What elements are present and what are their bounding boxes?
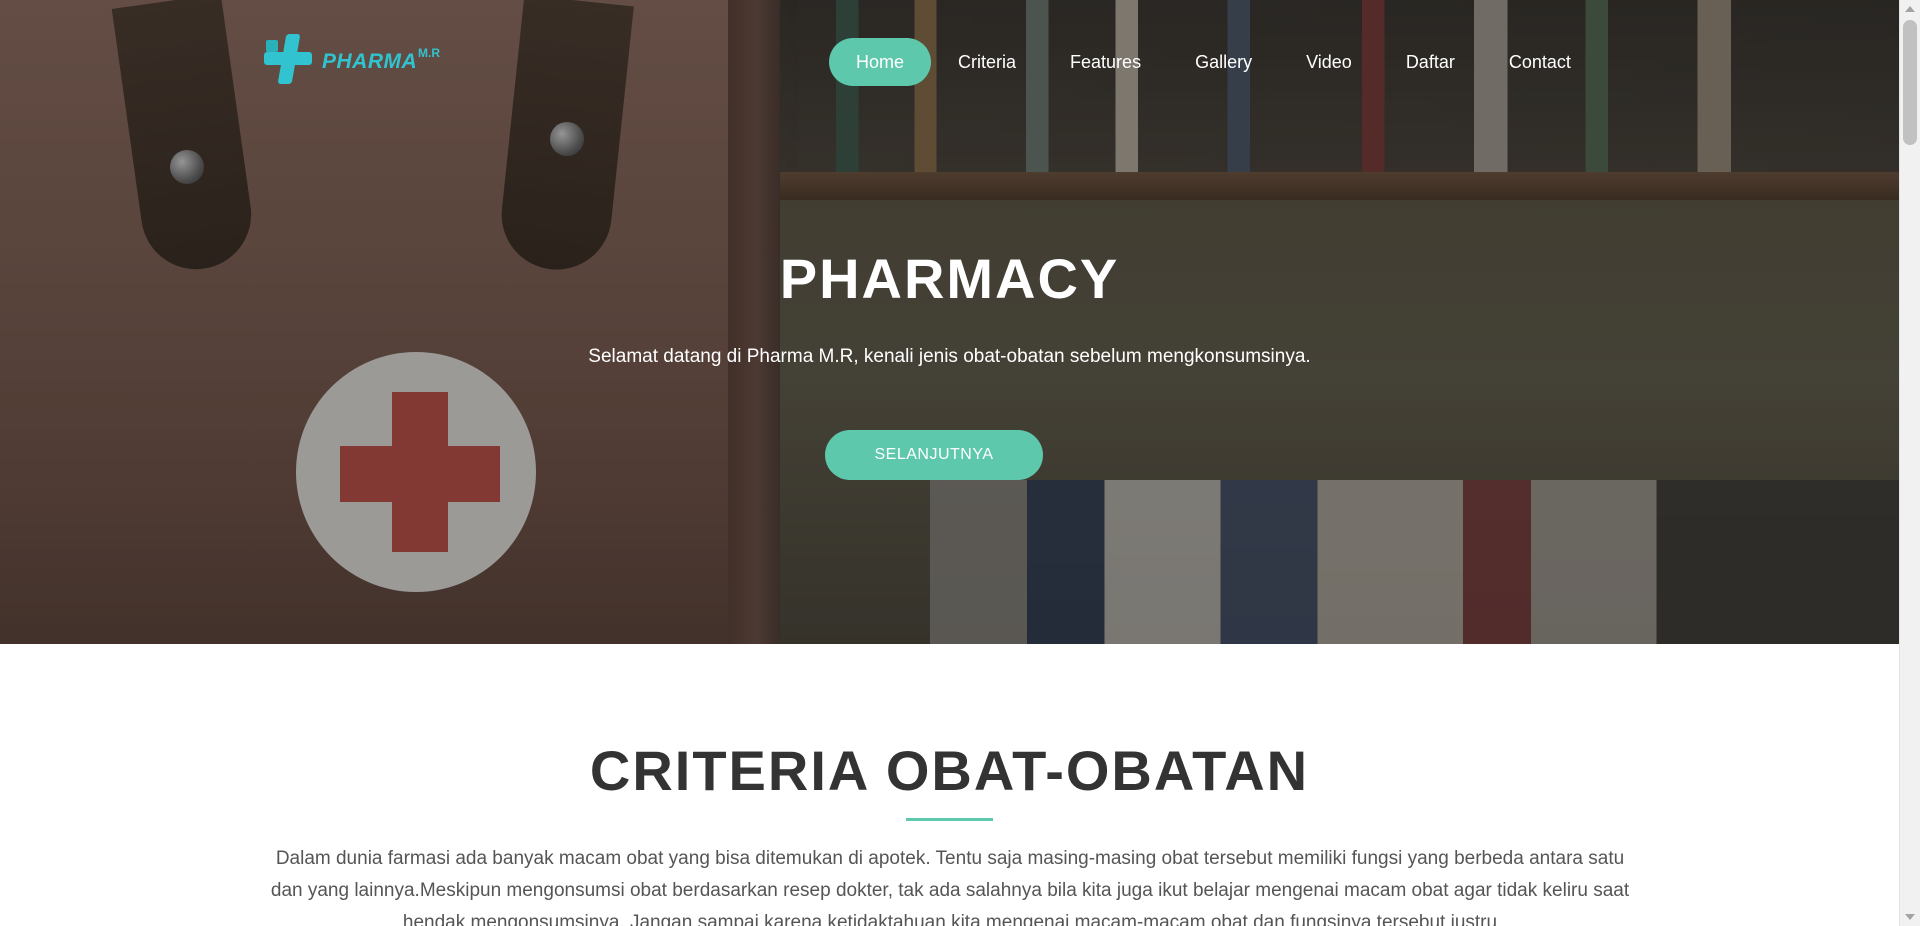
section-title-underline [906,818,993,821]
nav-item-daftar[interactable]: Daftar [1379,38,1482,86]
nav-item-video[interactable]: Video [1279,38,1379,86]
scrollbar-thumb[interactable] [1903,20,1917,145]
logo-suffix: M.R [418,46,440,60]
nav-item-gallery[interactable]: Gallery [1168,38,1279,86]
hero-title: PHARMACY [779,247,1120,310]
scroll-down-arrow-icon[interactable] [1905,914,1915,920]
medical-cross-logo-icon [266,40,278,52]
main-nav: Home Criteria Features Gallery Video Daf… [829,38,1598,86]
nav-item-contact[interactable]: Contact [1482,38,1598,86]
hero-section: PHARMA M.R Home Criteria Features Galler… [0,0,1899,644]
page-scrollbar[interactable] [1899,0,1920,926]
criteria-title: CRITERIA OBAT-OBATAN [589,739,1310,802]
nav-item-criteria[interactable]: Criteria [931,38,1043,86]
logo-word: PHARMA [322,50,418,73]
selanjutnya-button[interactable]: SELANJUTNYA [825,430,1043,480]
brand-logo[interactable]: PHARMA M.R [258,28,458,98]
nav-item-home[interactable]: Home [829,38,932,86]
page: PHARMA M.R Home Criteria Features Galler… [0,0,1899,926]
nav-item-features[interactable]: Features [1043,38,1168,86]
logo-cross-horizontal [264,52,312,65]
criteria-body: Dalam dunia farmasi ada banyak macam oba… [270,848,1630,926]
scroll-up-arrow-icon[interactable] [1905,6,1915,12]
hero-subtitle: Selamat datang di Pharma M.R, kenali jen… [588,346,1311,367]
